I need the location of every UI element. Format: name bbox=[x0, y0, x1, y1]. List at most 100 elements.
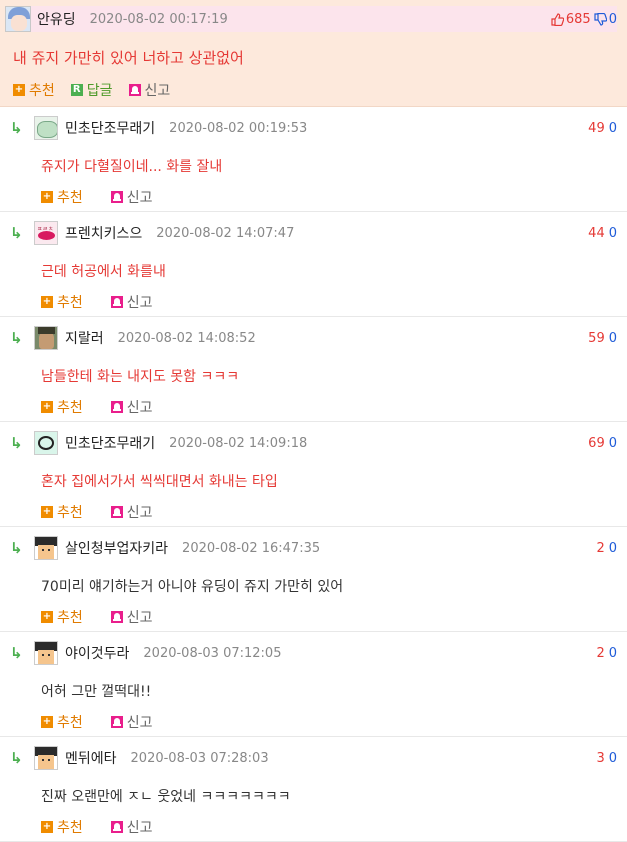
avatar[interactable] bbox=[34, 431, 58, 455]
reply-arrow-icon: ↳ bbox=[10, 224, 23, 242]
author-avatar[interactable] bbox=[5, 6, 31, 32]
recommend-label: 추천 bbox=[57, 820, 83, 836]
recommend-button[interactable]: + 추천 bbox=[41, 397, 83, 417]
avatar[interactable] bbox=[34, 326, 58, 350]
recommend-button[interactable]: + 추천 bbox=[13, 80, 55, 100]
downvote-count[interactable]: 0 bbox=[609, 751, 617, 766]
report-icon bbox=[128, 84, 141, 96]
report-label: 신고 bbox=[144, 83, 171, 99]
downvote-count[interactable]: 0 bbox=[609, 331, 617, 346]
report-button[interactable]: 신고 bbox=[110, 187, 153, 207]
reply-author[interactable]: 프렌치키스으 bbox=[65, 223, 142, 243]
recommend-button[interactable]: + 추천 bbox=[41, 187, 83, 207]
author-name[interactable]: 안유딩 bbox=[37, 9, 76, 29]
upvote-count[interactable]: 3 bbox=[596, 751, 604, 766]
downvote-count[interactable]: 0 bbox=[609, 436, 617, 451]
reply-item: ↳ 야이것두라 2020-08-03 07:12:05 20 어허 그만 껄떡대… bbox=[0, 632, 627, 737]
upvote-count[interactable]: 2 bbox=[596, 646, 604, 661]
report-button[interactable]: 신고 bbox=[110, 817, 153, 837]
reply-arrow-icon: ↳ bbox=[10, 329, 23, 347]
reply-text: 쥬지가 다혈질이네... 화를 잘내 bbox=[41, 159, 223, 175]
reply-actions: + 추천 신고 bbox=[41, 397, 181, 417]
reply-votes: 59 0 bbox=[588, 331, 617, 346]
post-votes: 685 0 bbox=[551, 12, 617, 27]
reply-text: 남들한테 화는 내지도 못함 ㅋㅋㅋ bbox=[41, 369, 240, 385]
reply-author[interactable]: 민초단조무래기 bbox=[65, 118, 155, 138]
reply-author[interactable]: 살인청부업자키라 bbox=[65, 538, 168, 558]
recommend-button[interactable]: + 추천 bbox=[41, 712, 83, 732]
reply-label: 답글 bbox=[86, 83, 113, 99]
thumbs-down-icon[interactable] bbox=[594, 12, 607, 26]
reply-author[interactable]: 지랄러 bbox=[65, 328, 104, 348]
reply-header: ↳ 민초단조무래기 2020-08-02 14:09:18 69 0 bbox=[10, 430, 617, 456]
reply-date: 2020-08-02 16:47:35 bbox=[182, 540, 321, 556]
avatar[interactable] bbox=[34, 641, 58, 665]
recommend-label: 추천 bbox=[57, 190, 83, 206]
reply-actions: + 추천 신고 bbox=[41, 502, 181, 522]
reply-author[interactable]: 민초단조무래기 bbox=[65, 433, 155, 453]
reply-actions: + 추천 신고 bbox=[41, 292, 181, 312]
downvote-count[interactable]: 0 bbox=[609, 646, 617, 661]
recommend-button[interactable]: + 추천 bbox=[41, 607, 83, 627]
downvote-count[interactable]: 0 bbox=[609, 541, 617, 556]
reply-header: ↳ 멘뒤에타 2020-08-03 07:28:03 30 bbox=[10, 745, 617, 771]
report-icon bbox=[110, 401, 123, 413]
downvote-count[interactable]: 0 bbox=[609, 121, 617, 136]
report-button[interactable]: 신고 bbox=[110, 502, 153, 522]
report-icon bbox=[110, 716, 123, 728]
recommend-button[interactable]: + 추천 bbox=[41, 292, 83, 312]
thumbs-up-icon[interactable] bbox=[551, 12, 564, 26]
reply-header: ↳ 지랄러 2020-08-02 14:08:52 59 0 bbox=[10, 325, 617, 351]
report-label: 신고 bbox=[126, 715, 153, 731]
reply-actions: + 추천 신고 bbox=[41, 712, 181, 732]
reply-author[interactable]: 야이것두라 bbox=[65, 643, 129, 663]
reply-item: ↳ 살인청부업자키라 2020-08-02 16:47:35 20 70미리 얘… bbox=[0, 527, 627, 632]
upvote-count[interactable]: 69 bbox=[588, 436, 605, 451]
downvote-count: 0 bbox=[608, 11, 617, 27]
reply-arrow-icon: ↳ bbox=[10, 644, 23, 662]
upvote-count[interactable]: 59 bbox=[588, 331, 605, 346]
avatar[interactable]: ㅍㄹㅊ bbox=[34, 221, 58, 245]
report-label: 신고 bbox=[126, 400, 153, 416]
upvote-count[interactable]: 44 bbox=[588, 226, 605, 241]
report-button[interactable]: 신고 bbox=[110, 712, 153, 732]
avatar[interactable] bbox=[34, 116, 58, 140]
reply-date: 2020-08-03 07:12:05 bbox=[143, 645, 282, 661]
upvote-count[interactable]: 2 bbox=[596, 541, 604, 556]
recommend-button[interactable]: + 추천 bbox=[41, 502, 83, 522]
reply-votes: 20 bbox=[596, 541, 617, 556]
report-icon bbox=[110, 296, 123, 308]
reply-votes: 30 bbox=[596, 751, 617, 766]
post-text: 내 쥬지 가만히 있어 너하고 상관없어 bbox=[13, 49, 244, 67]
reply-header: ↳ 살인청부업자키라 2020-08-02 16:47:35 20 bbox=[10, 535, 617, 561]
plus-icon: + bbox=[41, 506, 53, 518]
recommend-button[interactable]: + 추천 bbox=[41, 817, 83, 837]
report-button[interactable]: 신고 bbox=[110, 607, 153, 627]
plus-icon: + bbox=[41, 296, 53, 308]
report-icon bbox=[110, 821, 123, 833]
avatar[interactable] bbox=[34, 536, 58, 560]
reply-item: ↳ 민초단조무래기 2020-08-02 00:19:53 49 0 쥬지가 다혈… bbox=[0, 107, 627, 212]
report-button[interactable]: 신고 bbox=[110, 397, 153, 417]
report-icon bbox=[110, 506, 123, 518]
avatar[interactable] bbox=[34, 746, 58, 770]
reply-header: ↳ 민초단조무래기 2020-08-02 00:19:53 49 0 bbox=[10, 115, 617, 141]
reply-votes: 20 bbox=[596, 646, 617, 661]
reply-text: 혼자 집에서가서 씩씩대면서 화내는 타입 bbox=[41, 474, 278, 490]
reply-author[interactable]: 멘뒤에타 bbox=[65, 748, 117, 768]
report-button[interactable]: 신고 bbox=[128, 80, 171, 100]
reply-item: ↳ 민초단조무래기 2020-08-02 14:09:18 69 0 혼자 집에서… bbox=[0, 422, 627, 527]
reply-button[interactable]: R 답글 bbox=[70, 80, 113, 100]
upvote-count[interactable]: 49 bbox=[588, 121, 605, 136]
plus-icon: + bbox=[41, 821, 53, 833]
reply-item: ↳ 지랄러 2020-08-02 14:08:52 59 0 남들한테 화는 내지… bbox=[0, 317, 627, 422]
reply-r-icon: R bbox=[70, 84, 83, 96]
downvote-count[interactable]: 0 bbox=[609, 226, 617, 241]
recommend-label: 추천 bbox=[29, 83, 55, 99]
plus-icon: + bbox=[41, 611, 53, 623]
plus-icon: + bbox=[41, 716, 53, 728]
reply-item: ↳ ㅍㄹㅊ 프렌치키스으 2020-08-02 14:07:47 44 0 근데 … bbox=[0, 212, 627, 317]
report-button[interactable]: 신고 bbox=[110, 292, 153, 312]
upvote-count: 685 bbox=[565, 11, 591, 27]
reply-votes: 44 0 bbox=[588, 226, 617, 241]
